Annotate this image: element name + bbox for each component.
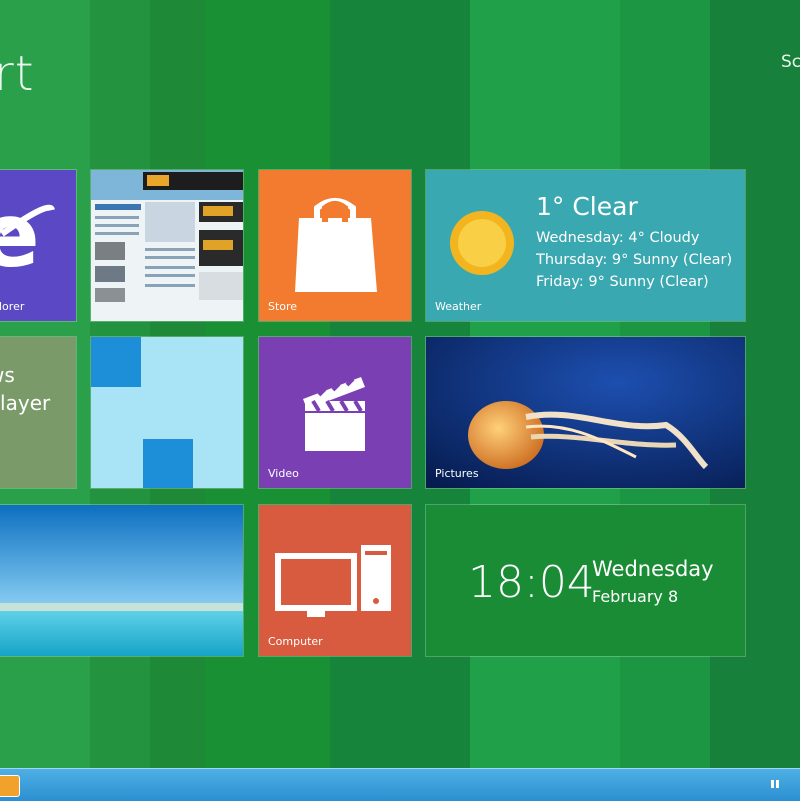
tile-internet-explorer[interactable]: e lorer <box>0 169 77 322</box>
sun-icon <box>450 211 514 275</box>
tile-clock[interactable]: 18:04 Wednesday February 8 <box>425 504 746 657</box>
tile-label: Pictures <box>435 467 479 480</box>
weather-current: 1° Clear <box>536 192 638 221</box>
clock-day: Wednesday <box>592 557 714 581</box>
tile-computer[interactable]: Computer <box>258 504 412 657</box>
clock-time: 18:04 <box>468 557 595 608</box>
landscape-photo <box>0 505 243 656</box>
shopping-bag-icon <box>295 198 377 292</box>
user-name[interactable]: Sc <box>781 52 800 72</box>
svg-text:e: e <box>0 184 40 287</box>
weather-forecast-3: Friday: 9° Sunny (Clear) <box>536 274 709 290</box>
taskbar <box>0 768 800 801</box>
internet-explorer-icon: e <box>0 184 55 287</box>
tile-label: Weather <box>435 300 482 313</box>
webpage-thumbnail <box>91 170 243 302</box>
media-player-title-2: Player <box>0 391 51 415</box>
tile-pictures[interactable]: Pictures <box>425 336 746 489</box>
tray-app-icon[interactable] <box>770 778 780 790</box>
media-player-title-1: ws <box>0 363 15 387</box>
tile-label: Store <box>268 300 298 313</box>
tile-video[interactable]: Video <box>258 336 412 489</box>
blocks-graphic <box>91 337 193 488</box>
clock-date: February 8 <box>592 587 679 606</box>
start-title: rt <box>0 46 35 102</box>
weather-forecast-2: Thursday: 9° Sunny (Clear) <box>536 252 733 268</box>
tile-label: Computer <box>268 635 323 648</box>
tile-store[interactable]: Store <box>258 169 412 322</box>
tile-windows-media-player[interactable]: ws Player <box>0 336 77 489</box>
tile-label: lorer <box>0 300 25 313</box>
start-orb-icon[interactable] <box>0 775 20 797</box>
tile-weather[interactable]: 1° Clear Wednesday: 4° Cloudy Thursday: … <box>425 169 746 322</box>
computer-icon <box>275 545 391 617</box>
weather-forecast-1: Wednesday: 4° Cloudy <box>536 230 700 246</box>
tile-desktop-landscape[interactable] <box>0 504 244 657</box>
jellyfish-photo <box>426 337 745 488</box>
clapperboard-icon <box>303 377 365 451</box>
tile-browser-thumbnail[interactable] <box>90 169 244 322</box>
tile-label: Video <box>268 467 299 480</box>
tile-desktop-icons[interactable] <box>90 336 244 489</box>
